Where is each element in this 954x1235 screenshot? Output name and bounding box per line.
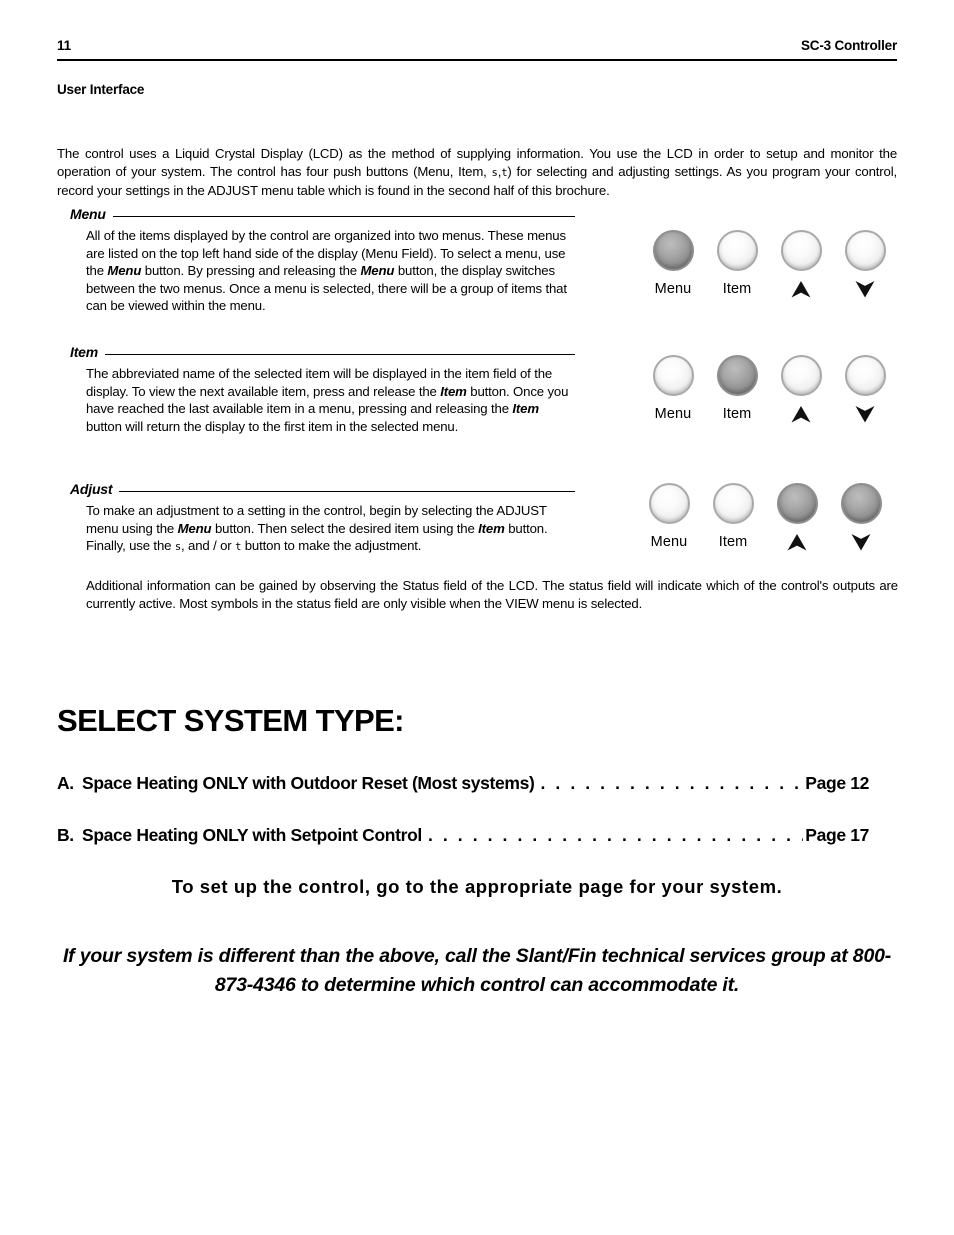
adjust-block-rule — [119, 490, 575, 493]
item-body-3: button will return the display to the fi… — [86, 418, 459, 434]
document-page: 11 SC-3 Controller User Interface The co… — [0, 0, 954, 1235]
menu-block-header: Menu — [70, 204, 575, 223]
menu-block-label: Menu — [70, 206, 113, 221]
item-button-label: Item — [718, 533, 748, 550]
toc-text-b: Space Heating ONLY with Setpoint Control — [82, 825, 422, 845]
item-push-button[interactable] — [712, 483, 754, 524]
toc-entry-b: B. Space Heating ONLY with Setpoint Cont… — [57, 825, 869, 846]
document-title: SC-3 Controller — [800, 38, 897, 53]
adjust-block-label: Adjust — [70, 481, 120, 496]
intro-paragraph: The control uses a Liquid Crystal Displa… — [57, 145, 897, 200]
item-push-button[interactable] — [716, 230, 758, 271]
button-cell-item[interactable]: Item — [705, 230, 769, 298]
adjust-block-header: Adjust — [70, 479, 575, 498]
adjust-bold-2: Item — [478, 520, 505, 536]
menu-bold-1: Menu — [107, 263, 142, 279]
status-field-note: Additional information can be gained by … — [86, 578, 898, 611]
item-push-button[interactable] — [716, 355, 758, 396]
button-cell-up[interactable] — [769, 355, 833, 423]
adjust-description-block: Adjust To make an adjustment to a settin… — [70, 479, 575, 557]
arrow-down-icon — [850, 533, 872, 551]
menu-body-2: button. By pressing and releasing the — [141, 263, 361, 279]
menu-push-button[interactable] — [652, 230, 694, 271]
toc-leader-a: . . . . . . . . . . . . . . . . . . . . … — [540, 773, 803, 793]
technical-services-callout: If your system is different than the abo… — [62, 945, 892, 996]
section-heading: User Interface — [57, 82, 145, 97]
arrow-up-icon — [790, 405, 812, 423]
arrow-down-icon — [854, 405, 876, 423]
button-cell-up[interactable] — [765, 483, 829, 551]
button-cell-menu[interactable]: Menu — [641, 355, 705, 423]
page-number: 11 — [57, 38, 71, 53]
toc-entry-a: A. Space Heating ONLY with Outdoor Reset… — [57, 773, 869, 794]
menu-bold-2: Menu — [360, 263, 395, 279]
item-description-block: Item The abbreviated name of the selecte… — [70, 342, 575, 435]
button-diagram-menu: Menu Item — [641, 230, 897, 298]
item-block-rule — [105, 353, 575, 356]
down-push-button[interactable] — [844, 355, 886, 396]
button-cell-menu[interactable]: Menu — [637, 483, 701, 551]
adjust-body-4: , and / or — [181, 538, 236, 554]
menu-block-rule — [112, 215, 575, 218]
button-diagram-adjust: Menu Item — [637, 483, 893, 551]
adjust-block-body: To make an adjustment to a setting in th… — [86, 502, 571, 557]
up-push-button[interactable] — [780, 230, 822, 271]
toc-page-b: Page 17 — [805, 825, 869, 845]
button-diagram-item: Menu Item — [641, 355, 897, 423]
menu-button-label: Menu — [650, 533, 688, 550]
button-cell-item[interactable]: Item — [705, 355, 769, 423]
arrow-up-icon — [786, 533, 808, 551]
menu-block-body: All of the items displayed by the contro… — [86, 227, 571, 315]
adjust-bold-1: Menu — [177, 520, 212, 536]
adjust-body-5: button to make the adjustment. — [241, 538, 422, 554]
toc-letter-a: A. — [57, 773, 74, 793]
toc-letter-b: B. — [57, 825, 74, 845]
item-bold-2: Item — [512, 401, 539, 417]
menu-push-button[interactable] — [648, 483, 690, 524]
toc-text-a: Space Heating ONLY with Outdoor Reset (M… — [82, 773, 535, 793]
item-button-label: Item — [722, 280, 752, 297]
item-block-body: The abbreviated name of the selected ite… — [86, 365, 571, 435]
item-block-label: Item — [70, 344, 105, 359]
toc-page-a: Page 12 — [805, 773, 869, 793]
up-push-button[interactable] — [780, 355, 822, 396]
adjust-body-2: button. Then select the desired item usi… — [211, 520, 479, 536]
arrow-up-icon — [790, 280, 812, 298]
button-cell-down[interactable] — [833, 355, 897, 423]
item-block-header: Item — [70, 342, 575, 361]
down-push-button[interactable] — [840, 483, 882, 524]
arrow-down-icon — [854, 280, 876, 298]
item-button-label: Item — [722, 405, 752, 422]
menu-push-button[interactable] — [652, 355, 694, 396]
up-push-button[interactable] — [776, 483, 818, 524]
menu-description-block: Menu All of the items displayed by the c… — [70, 204, 575, 315]
button-cell-menu[interactable]: Menu — [641, 230, 705, 298]
page-title: SELECT SYSTEM TYPE: — [57, 703, 404, 738]
setup-instruction-callout: To set up the control, go to the appropr… — [171, 876, 783, 897]
menu-button-label: Menu — [654, 405, 692, 422]
item-bold-1: Item — [440, 383, 467, 399]
button-cell-down[interactable] — [833, 230, 897, 298]
menu-button-label: Menu — [654, 280, 692, 297]
header-divider — [57, 59, 897, 61]
button-cell-down[interactable] — [829, 483, 893, 551]
button-cell-item[interactable]: Item — [701, 483, 765, 551]
down-push-button[interactable] — [844, 230, 886, 271]
button-cell-up[interactable] — [769, 230, 833, 298]
toc-leader-b: . . . . . . . . . . . . . . . . . . . . … — [427, 825, 803, 845]
page-header: 11 SC-3 Controller — [57, 38, 897, 53]
